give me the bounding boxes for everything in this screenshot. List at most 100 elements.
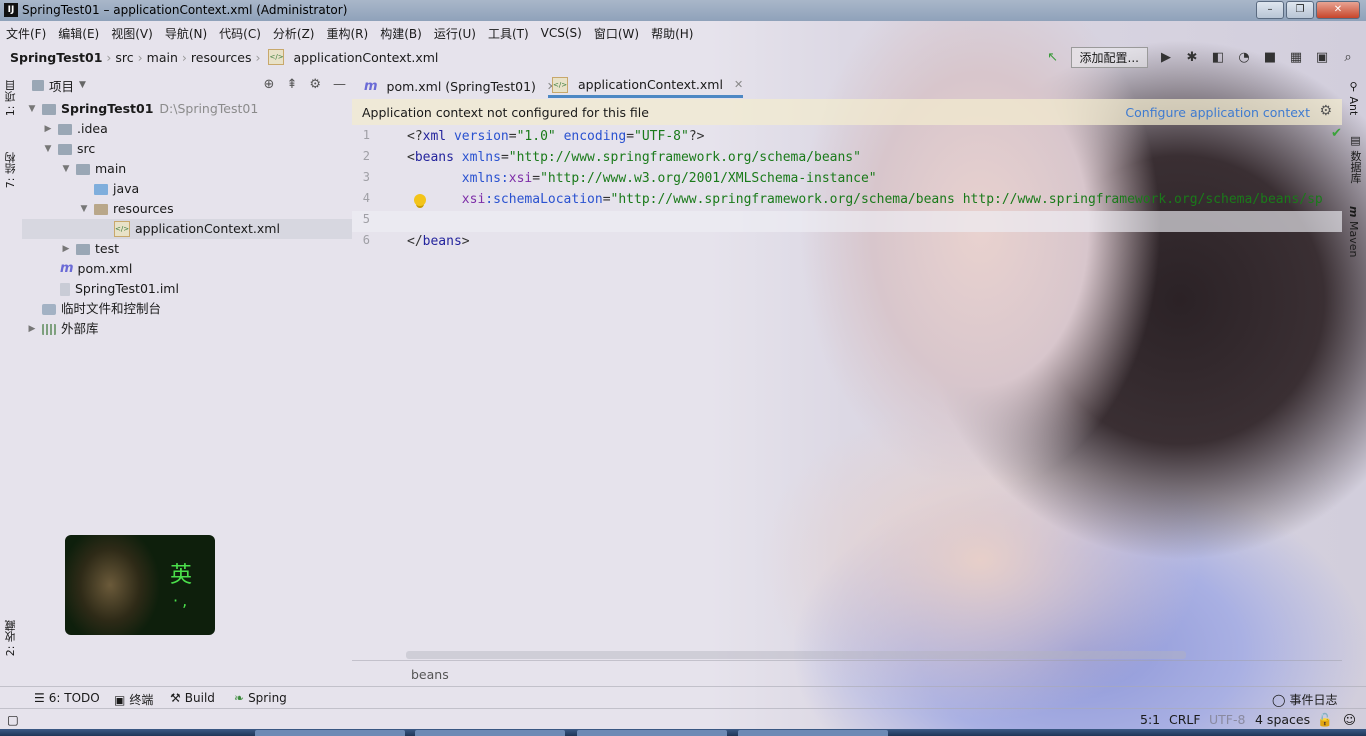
ant-tool-tab[interactable]: ⚲ Ant xyxy=(1347,80,1360,115)
hide-icon[interactable]: — xyxy=(333,77,346,92)
tree-item-main[interactable]: ▼ main xyxy=(60,159,127,179)
menu-edit[interactable]: 编辑(E) xyxy=(52,25,105,42)
breadcrumb-src[interactable]: src xyxy=(115,50,133,65)
collapse-arrow-icon[interactable]: ▶ xyxy=(42,119,54,139)
tree-item-application-context[interactable]: </> applicationContext.xml xyxy=(22,219,352,239)
menu-code[interactable]: 代码(C) xyxy=(213,25,267,42)
menu-analyze[interactable]: 分析(Z) xyxy=(267,25,321,42)
menu-build[interactable]: 构建(B) xyxy=(374,25,428,42)
project-structure-icon[interactable]: ▦ xyxy=(1288,50,1304,66)
event-log-button[interactable]: ◯ 事件日志 xyxy=(1272,691,1337,708)
ime-status-widget[interactable]: 英 ·, xyxy=(65,535,215,635)
tree-item-src[interactable]: ▼ src xyxy=(42,139,96,159)
inspector-icon[interactable]: ☺ xyxy=(1343,712,1356,727)
tree-item-label: test xyxy=(95,241,120,256)
scratches-icon xyxy=(42,303,56,315)
build-tool-button[interactable]: ⚒ Build xyxy=(170,691,215,705)
gear-icon[interactable]: ⚙ xyxy=(1319,103,1332,119)
coverage-icon[interactable]: ◧ xyxy=(1210,50,1226,66)
tree-item-resources[interactable]: ▼ resources xyxy=(78,199,174,219)
spring-tool-button[interactable]: ❧ Spring xyxy=(234,691,287,705)
stop-icon[interactable]: ■ xyxy=(1262,50,1278,66)
minimize-button[interactable]: – xyxy=(1256,1,1284,19)
list-icon: ☰ xyxy=(34,691,45,705)
collapse-arrow-icon[interactable]: ▶ xyxy=(60,239,72,259)
file-encoding[interactable]: UTF-8 xyxy=(1209,712,1245,727)
tree-item-project-root[interactable]: ▼ SpringTest01 D:\SpringTest01 xyxy=(26,99,259,119)
close-tab-icon[interactable]: ✕ xyxy=(734,78,743,91)
add-configuration-button[interactable]: 添加配置... xyxy=(1070,47,1148,68)
tab-label: applicationContext.xml xyxy=(578,77,723,92)
profile-icon[interactable]: ◔ xyxy=(1236,50,1252,66)
window-controls: – ❐ ✕ xyxy=(1256,1,1360,19)
chevron-down-icon[interactable]: ▼ xyxy=(79,80,86,90)
caret-position[interactable]: 5:1 xyxy=(1140,712,1160,727)
tree-item-label: applicationContext.xml xyxy=(135,221,280,236)
menu-file[interactable]: 文件(F) xyxy=(0,25,52,42)
project-tool-tab[interactable]: 1: 项目 xyxy=(3,80,19,116)
menu-tools[interactable]: 工具(T) xyxy=(482,25,535,42)
taskbar-item[interactable] xyxy=(738,730,888,736)
terminal-tool-button[interactable]: ▣ 终端 xyxy=(114,691,153,708)
menu-navigate[interactable]: 导航(N) xyxy=(159,25,213,42)
tree-item-iml[interactable]: SpringTest01.iml xyxy=(56,279,179,299)
close-button[interactable]: ✕ xyxy=(1316,1,1360,19)
code-editor[interactable]: <?xml version="1.0" encoding="UTF-8"?> <… xyxy=(407,126,1343,650)
tree-item-pom[interactable]: m pom.xml xyxy=(56,259,132,279)
horizontal-scrollbar[interactable] xyxy=(406,651,1186,659)
expand-arrow-icon[interactable]: ▼ xyxy=(78,199,90,219)
locate-icon[interactable]: ⊕ xyxy=(264,77,275,92)
search-everywhere-icon[interactable]: ⌕ xyxy=(1340,50,1356,66)
favorites-tool-tab[interactable]: 2: 收藏 xyxy=(3,620,19,656)
menu-vcs[interactable]: VCS(S) xyxy=(535,26,588,40)
debug-icon[interactable]: ✱ xyxy=(1184,50,1200,66)
tree-item-test[interactable]: ▶ test xyxy=(60,239,119,259)
menu-run[interactable]: 运行(U) xyxy=(428,25,482,42)
line-separator[interactable]: CRLF xyxy=(1169,712,1201,727)
module-folder-icon xyxy=(42,103,56,115)
configure-context-link[interactable]: Configure application context xyxy=(1125,105,1310,120)
indent-setting[interactable]: 4 spaces xyxy=(1255,712,1310,727)
tool-windows-toggle-icon[interactable]: ▢ xyxy=(7,712,19,727)
tree-item-idea[interactable]: ▶ .idea xyxy=(42,119,108,139)
breadcrumb-project[interactable]: SpringTest01 xyxy=(10,50,102,65)
build-hammer-icon[interactable]: ↖ xyxy=(1045,50,1061,66)
collapse-arrow-icon[interactable]: ▶ xyxy=(26,319,38,339)
breadcrumb-resources[interactable]: resources xyxy=(191,50,252,65)
tree-item-scratches[interactable]: 临时文件和控制台 xyxy=(38,299,161,319)
tab-application-context[interactable]: </> applicationContext.xml ✕ xyxy=(548,74,744,98)
run-icon[interactable]: ▶ xyxy=(1158,50,1174,66)
tab-pom-xml[interactable]: m pom.xml (SpringTest01) ✕ xyxy=(360,74,556,98)
editor-gutter: 1 2 3 4 5 6 xyxy=(352,126,402,650)
ime-mode-char: 英 xyxy=(170,563,193,588)
gear-icon[interactable]: ⚙ xyxy=(309,77,321,92)
menu-refactor[interactable]: 重构(R) xyxy=(321,25,375,42)
layout-icon[interactable]: ▣ xyxy=(1314,50,1330,66)
spring-label: Spring xyxy=(248,691,287,705)
collapse-all-icon[interactable]: ⇞ xyxy=(286,77,297,92)
menu-view[interactable]: 视图(V) xyxy=(105,25,159,42)
maven-tool-tab[interactable]: m Maven xyxy=(1347,206,1360,257)
taskbar-item[interactable] xyxy=(577,730,727,736)
taskbar-item[interactable] xyxy=(255,730,405,736)
menu-help[interactable]: 帮助(H) xyxy=(645,25,699,42)
taskbar-item[interactable] xyxy=(415,730,565,736)
menu-window[interactable]: 窗口(W) xyxy=(588,25,645,42)
expand-arrow-icon[interactable]: ▼ xyxy=(26,99,38,119)
todo-tool-button[interactable]: ☰ 6: TODO xyxy=(34,691,100,705)
code-line: <?xml version="1.0" encoding="UTF-8"?> xyxy=(407,129,705,144)
expand-arrow-icon[interactable]: ▼ xyxy=(60,159,72,179)
project-panel-title[interactable]: 项目 xyxy=(49,76,74,95)
breadcrumb-main[interactable]: main xyxy=(147,50,178,65)
tree-item-java[interactable]: java xyxy=(90,179,139,199)
database-tool-tab[interactable]: ▤ 数据库 xyxy=(1347,134,1363,184)
tree-item-external-libraries[interactable]: ▶ 外部库 xyxy=(26,319,99,339)
editor-breadcrumb-beans[interactable]: beans xyxy=(411,667,449,682)
expand-arrow-icon[interactable]: ▼ xyxy=(42,139,54,159)
folder-icon xyxy=(58,143,72,155)
maximize-button[interactable]: ❐ xyxy=(1286,1,1314,19)
breadcrumb-file[interactable]: applicationContext.xml xyxy=(293,50,438,65)
lock-icon[interactable]: 🔓 xyxy=(1317,712,1333,728)
structure-tool-tab[interactable]: 7: 结构 xyxy=(3,152,19,188)
spring-xml-icon: </> xyxy=(268,49,285,65)
